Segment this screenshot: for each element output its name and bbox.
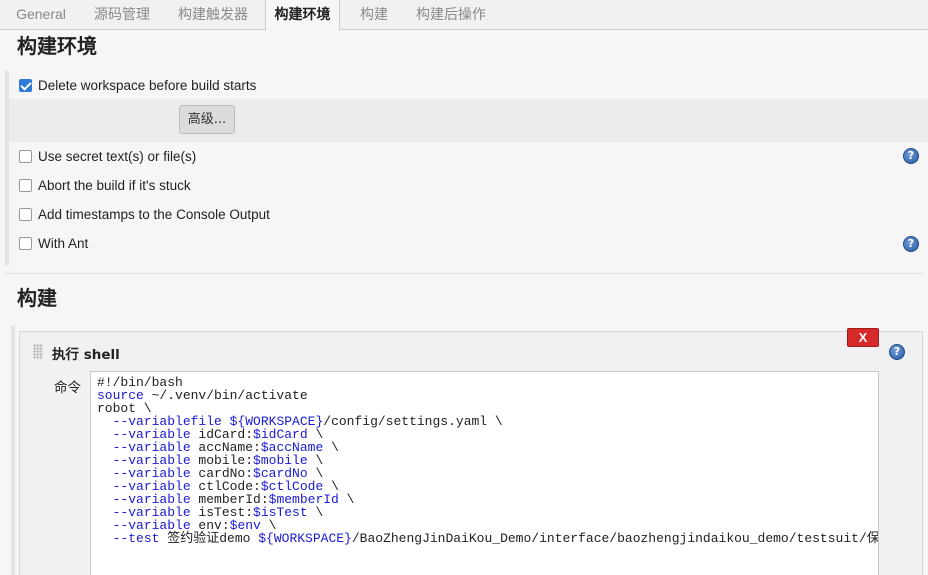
tab-post-build[interactable]: 构建后操作 [408, 0, 494, 30]
help-icon[interactable]: ? [903, 148, 919, 164]
timestamps-label: Add timestamps to the Console Output [38, 206, 270, 222]
abort-stuck-checkbox[interactable] [19, 178, 32, 192]
command-line: source ~/.venv/bin/activate [97, 388, 308, 403]
with-ant-option[interactable]: With Ant [19, 233, 88, 253]
tab-build[interactable]: 构建 [352, 0, 396, 30]
with-ant-checkbox[interactable] [19, 236, 32, 250]
command-textarea[interactable]: #!/bin/bash source ~/.venv/bin/activate ro… [90, 371, 879, 575]
tab-general[interactable]: General [8, 0, 74, 30]
with-ant-label: With Ant [38, 235, 89, 251]
delete-workspace-checkbox[interactable] [19, 78, 32, 92]
help-icon[interactable]: ? [889, 344, 905, 360]
advanced-row [9, 99, 928, 142]
abort-stuck-label: Abort the build if it's stuck [38, 177, 191, 193]
command-line: --test 签约验证demo ${WORKSPACE}/BaoZhengJin… [112, 531, 879, 546]
section-divider [5, 273, 923, 274]
build-heading: 构建 [17, 286, 57, 310]
build-env-heading: 构建环境 [17, 34, 97, 58]
delete-step-button[interactable]: X [847, 328, 879, 347]
execute-shell-title: 执行 shell [52, 347, 120, 363]
delete-workspace-label: Delete workspace before build starts [38, 77, 257, 93]
command-label: 命令 [54, 380, 81, 396]
command-text[interactable]: #!/bin/bash source ~/.venv/bin/activate ro… [97, 376, 879, 546]
tab-build-triggers[interactable]: 构建触发器 [170, 0, 256, 30]
secret-text-label: Use secret text(s) or file(s) [38, 148, 197, 164]
config-tab-bar: General 源码管理 构建触发器 构建环境 构建 构建后操作 [0, 0, 928, 31]
tab-build-environment[interactable]: 构建环境 [265, 0, 340, 31]
delete-workspace-option[interactable]: Delete workspace before build starts [19, 75, 256, 95]
abort-stuck-option[interactable]: Abort the build if it's stuck [19, 175, 191, 195]
timestamps-option[interactable]: Add timestamps to the Console Output [19, 204, 270, 224]
secret-text-option[interactable]: Use secret text(s) or file(s) [19, 146, 196, 166]
timestamps-checkbox[interactable] [19, 207, 32, 221]
advanced-button[interactable]: 高级... [179, 105, 235, 134]
secret-text-checkbox[interactable] [19, 149, 32, 163]
help-icon[interactable]: ? [903, 236, 919, 252]
drag-handle-icon[interactable] [33, 344, 43, 359]
tab-source-code[interactable]: 源码管理 [86, 0, 158, 30]
